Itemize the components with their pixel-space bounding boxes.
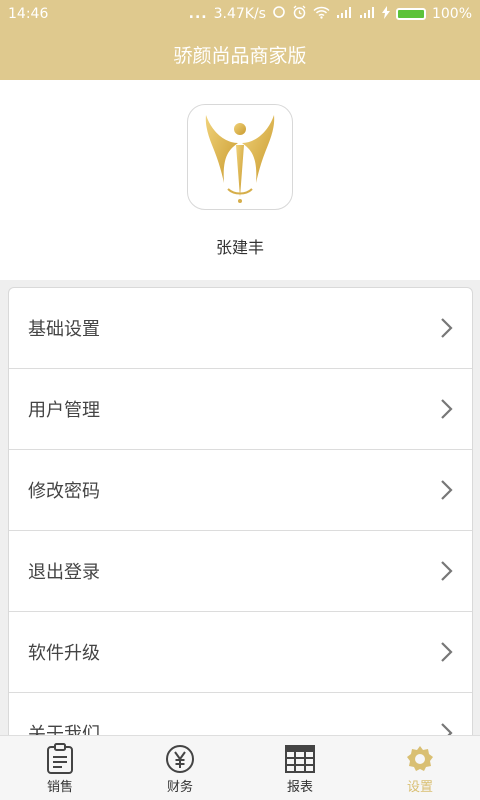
menu-item-label: 基础设置 (28, 319, 100, 340)
golden-figure-logo-icon (205, 115, 275, 203)
tab-sales[interactable]: 销售 (0, 736, 120, 800)
gear-icon (405, 742, 435, 776)
wifi-icon (313, 6, 330, 23)
status-time: 14:46 (8, 6, 49, 22)
menu-item-change-password[interactable]: 修改密码 (9, 450, 472, 531)
status-right: ... 3.47K/s 100% (189, 5, 472, 24)
chevron-right-icon (441, 399, 453, 419)
title-bar: 骄颜尚品商家版 (0, 28, 480, 80)
tab-label: 财务 (166, 780, 193, 795)
chevron-right-icon (441, 642, 453, 662)
settings-menu: 基础设置 用户管理 修改密码 退出登录 软件升级 关于我们 (8, 287, 473, 737)
tab-finance[interactable]: 财务 (120, 736, 240, 800)
signal-icon-1 (336, 6, 353, 22)
battery-percent: 100% (431, 6, 472, 22)
menu-item-software-upgrade[interactable]: 软件升级 (9, 612, 472, 693)
app-logo (187, 104, 293, 210)
tab-label: 设置 (406, 780, 433, 795)
menu-item-about-us[interactable]: 关于我们 (9, 693, 472, 736)
page-title: 骄颜尚品商家版 (173, 44, 307, 67)
charging-icon (381, 5, 390, 23)
bottom-tab-bar: 销售 财务 报表 设置 (0, 735, 480, 800)
tab-reports[interactable]: 报表 (240, 736, 360, 800)
yen-icon (165, 742, 195, 776)
status-dots: ... (188, 6, 208, 22)
grid-table-icon (285, 742, 315, 776)
alarm-icon (292, 5, 307, 24)
profile-section: 张建丰 (0, 80, 480, 280)
status-bar: 14:46 ... 3.47K/s 100% (0, 0, 480, 28)
battery-icon (395, 8, 426, 20)
chevron-right-icon (441, 318, 453, 338)
menu-item-label: 软件升级 (28, 643, 100, 664)
status-speed: 3.47K/s (213, 6, 266, 22)
chevron-right-icon (441, 561, 453, 581)
tab-label: 销售 (46, 780, 73, 795)
menu-item-logout[interactable]: 退出登录 (9, 531, 472, 612)
user-name: 张建丰 (215, 238, 264, 257)
menu-item-user-management[interactable]: 用户管理 (9, 369, 472, 450)
sync-icon (272, 5, 286, 23)
tab-settings[interactable]: 设置 (360, 736, 480, 800)
menu-item-basic-settings[interactable]: 基础设置 (9, 288, 472, 369)
signal-icon-2 (359, 6, 376, 22)
menu-item-label: 退出登录 (28, 562, 100, 583)
clipboard-icon (46, 742, 74, 776)
tab-label: 报表 (286, 780, 313, 795)
chevron-right-icon (441, 480, 453, 500)
menu-item-label: 用户管理 (28, 400, 100, 421)
menu-item-label: 修改密码 (28, 481, 100, 502)
